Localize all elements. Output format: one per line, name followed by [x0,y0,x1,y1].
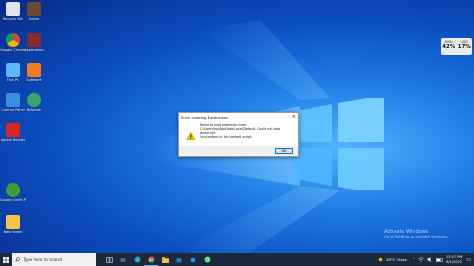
desktop-icon-label: Adobe Reader [0,138,26,142]
chevron-up-icon[interactable]: ˄ [413,257,415,262]
desktop-icon-label: Google Earth Pro [0,198,26,202]
desktop-icon-application[interactable]: Application [21,33,47,52]
earth-icon [6,183,20,197]
taskbar-app-chrome[interactable] [144,253,158,266]
clock-date: 8/1/2022 [446,259,462,264]
store-icon [176,257,182,262]
taskbar-app-teams[interactable] [116,253,130,266]
windows-start-icon [3,256,9,263]
desktop-icon-google-earth[interactable]: Google Earth Pro [0,183,26,202]
application-icon [27,33,41,47]
error-dialog: Error Loading Extensions × Failed to loa… [178,112,299,157]
message-line-3: 'src/content.js' for content script. [199,134,253,139]
dialog-footer: OK [179,146,298,156]
network-icon [27,93,41,107]
desktop-icon-network[interactable]: Network [21,93,47,112]
taskbar-clock[interactable]: 12:57 PM 8/1/2022 [446,255,462,263]
whatsapp-icon [203,256,211,263]
folder-icon [161,256,169,263]
activation-subtitle: Go to Settings to activate Windows. [384,235,449,239]
close-icon[interactable]: × [292,114,296,120]
taskbar-app-edge[interactable] [130,253,144,266]
desktop-icon-software[interactable]: Software [21,63,47,82]
folder-icon [6,215,20,229]
search-icon [15,257,20,262]
activation-watermark: Activate Windows Go to Settings to activ… [384,229,448,240]
desktop-icon-adobe-reader[interactable]: Adobe Reader [0,123,26,142]
warning-icon [186,131,196,141]
weather-sun-icon [378,257,383,262]
task-view-icon [105,256,113,263]
desktop-icon-new-folder[interactable]: New folder [0,215,26,234]
taskbar-app-store[interactable] [172,253,186,266]
wifi-icon[interactable] [418,257,424,262]
taskbar-search-box[interactable]: Type here to search [12,253,96,266]
pdf-icon [6,123,20,137]
search-placeholder: Type here to search [23,257,63,262]
weather-temp: 26°C [386,257,396,262]
news-widget[interactable]: MSN 42% USD 17% [441,38,472,55]
dialog-title-bar[interactable]: Error Loading Extensions × [179,113,298,121]
software-icon [27,63,41,77]
taskbar-app-photos[interactable] [186,253,200,266]
desktop-icon-label: Game [28,17,40,21]
dialog-title: Error Loading Extensions [181,114,229,120]
widget-right-value: 17% [457,44,471,50]
desktop-icon-label: Application [24,48,44,52]
task-view-button[interactable] [102,253,116,266]
control-panel-icon [6,93,20,107]
clock-time: 12:57 PM [445,255,463,260]
game-icon [27,2,41,16]
desktop-icon-label: New folder [3,230,23,234]
chrome-icon [6,33,20,47]
chrome-icon [147,255,155,263]
desktop-icon-label: Software [26,78,42,82]
desktop-icon-game[interactable]: Game [21,2,47,21]
dialog-message: Failed to load extension from: C:\Users\… [199,123,294,146]
start-button[interactable] [0,253,12,266]
volume-icon[interactable] [427,257,433,262]
weather-desc: Haze [397,257,407,262]
system-tray: 26°C Haze ˄ 12:57 PM 8/1/2022 ▭ [378,253,474,266]
widget-left-value: 42% [442,44,456,50]
desktop-icon-label: Network [26,108,42,112]
photos-icon [190,257,196,262]
teams-icon [120,257,126,262]
notification-icon[interactable]: ▭ [466,257,471,263]
battery-icon[interactable] [435,257,443,262]
edge-icon [134,256,140,263]
weather-button[interactable]: 26°C Haze [378,257,407,262]
computer-icon [6,63,20,77]
ok-button[interactable]: OK [275,148,293,154]
taskbar: Type here to search 26°C Haze ˄ 12:57 PM… [0,253,474,266]
taskbar-app-file-explorer[interactable] [158,253,172,266]
recycle-bin-icon [6,2,20,16]
taskbar-app-whatsapp[interactable] [200,253,214,266]
windows-logo [292,98,384,190]
